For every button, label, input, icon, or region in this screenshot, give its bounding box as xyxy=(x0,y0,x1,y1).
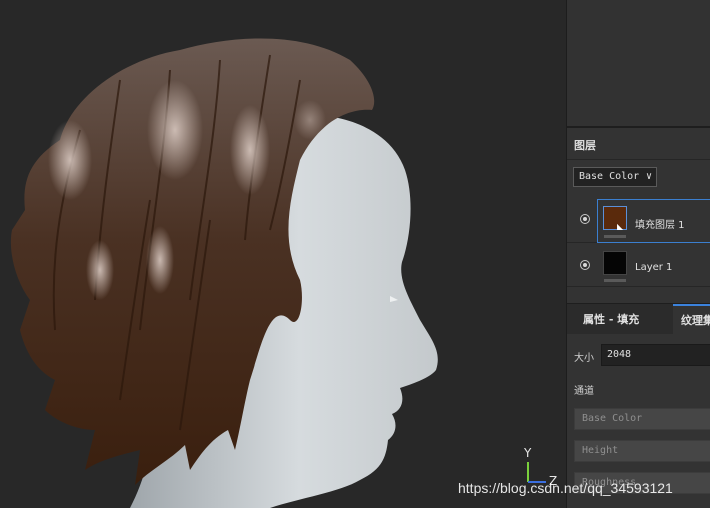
paint-bucket-icon: ◣ xyxy=(617,222,624,231)
layer-thumbnail xyxy=(603,206,627,230)
layer-row[interactable]: ◣ 填充图层 1 xyxy=(567,199,710,243)
layer-thumbnail xyxy=(603,251,627,275)
mask-bar xyxy=(604,235,626,238)
watermark: https://blog.csdn.net/qq_34593121 xyxy=(458,480,673,496)
size-label: 大小 xyxy=(574,353,594,364)
visibility-eye-icon[interactable] xyxy=(580,260,590,270)
chevron-down-icon: ∨ xyxy=(645,171,652,182)
channel-height-button[interactable]: Height xyxy=(574,440,710,462)
visibility-eye-icon[interactable] xyxy=(580,214,590,224)
layer-name: Layer 1 xyxy=(635,262,673,273)
layers-panel-title: 图层 xyxy=(574,139,596,152)
axis-gizmo xyxy=(527,462,546,483)
panel-top-area xyxy=(567,0,710,128)
mask-bar xyxy=(604,279,626,282)
axis-y-label: Y xyxy=(524,446,532,460)
3d-viewport[interactable]: Y Z xyxy=(0,0,566,508)
tab-texture-set[interactable]: 纹理集 xyxy=(673,304,710,336)
divider xyxy=(567,159,710,160)
layer-name: 填充图层 1 xyxy=(635,220,685,231)
channel-select[interactable]: Base Color ∨ xyxy=(573,167,657,187)
viewport-render xyxy=(10,38,546,508)
channels-label: 通道 xyxy=(574,386,594,397)
layer-row[interactable]: Layer 1 xyxy=(567,245,710,287)
size-input[interactable]: 2048 xyxy=(601,344,710,366)
channel-base-color-button[interactable]: Base Color xyxy=(574,408,710,430)
tab-properties-fill[interactable]: 属性 - 填充 xyxy=(583,304,639,334)
channel-select-value: Base Color xyxy=(579,171,640,182)
properties-tabs: 属性 - 填充 纹理集 xyxy=(567,303,710,336)
right-panel: 图层 Base Color ∨ ◣ 填充图层 1 Layer 1 属性 - 填充… xyxy=(566,0,710,508)
